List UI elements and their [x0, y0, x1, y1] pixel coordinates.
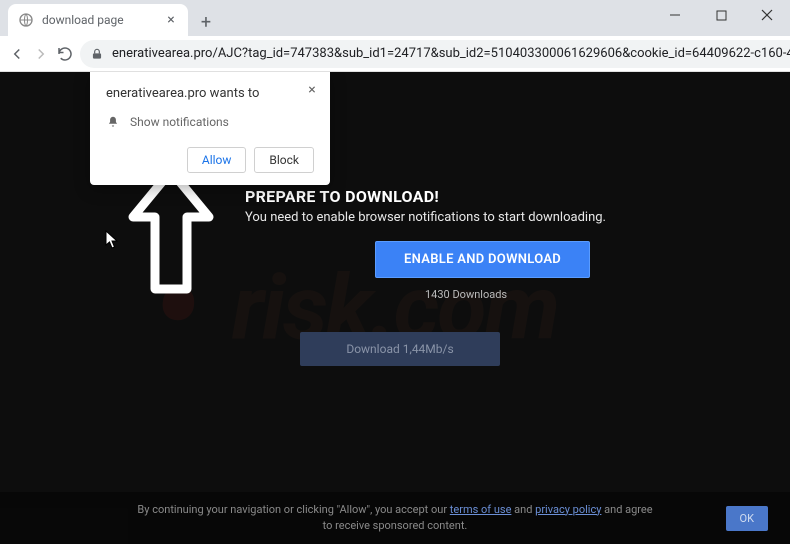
cookie-text: By continuing your navigation or clickin… [135, 502, 655, 535]
prompt-subtitle: You need to enable browser notifications… [245, 210, 606, 225]
terms-of-use-link[interactable]: terms of use [450, 503, 512, 516]
allow-button[interactable]: Allow [187, 147, 247, 173]
address-bar[interactable]: enerativearea.pro/AJC?tag_id=747383&sub_… [80, 40, 790, 68]
back-button[interactable] [8, 40, 26, 68]
block-button[interactable]: Block [254, 147, 314, 173]
enable-and-download-button[interactable]: ENABLE AND DOWNLOAD [375, 241, 590, 278]
download-speed-text: Download 1,44Mb/s [346, 342, 453, 356]
bell-icon [106, 115, 120, 129]
maximize-button[interactable] [698, 0, 744, 30]
notification-close-icon[interactable]: × [304, 82, 320, 98]
forward-button[interactable] [32, 40, 50, 68]
lock-icon [90, 47, 104, 61]
download-prompt: PREPARE TO DOWNLOAD! You need to enable … [245, 187, 606, 301]
tab-strip: download page × + [0, 0, 790, 36]
show-notifications-label: Show notifications [130, 115, 229, 129]
globe-icon [18, 12, 34, 28]
cookie-consent-bar: By continuing your navigation or clickin… [0, 492, 790, 544]
tab-title: download page [42, 13, 156, 27]
prompt-title: PREPARE TO DOWNLOAD! [245, 187, 606, 206]
downloads-count: 1430 Downloads [425, 288, 606, 301]
cookie-ok-button[interactable]: OK [726, 506, 768, 531]
close-window-button[interactable] [744, 0, 790, 30]
reload-button[interactable] [56, 40, 74, 68]
minimize-button[interactable] [652, 0, 698, 30]
browser-tab[interactable]: download page × [8, 4, 188, 36]
tab-close-icon[interactable]: × [164, 13, 178, 27]
notification-permission-popup: enerativearea.pro wants to × Show notifi… [90, 72, 330, 185]
page-content: •risk.com enerativearea.pro wants to × S… [0, 72, 790, 544]
window-controls [652, 0, 790, 36]
browser-toolbar: enerativearea.pro/AJC?tag_id=747383&sub_… [0, 36, 790, 72]
new-tab-button[interactable]: + [192, 8, 220, 36]
url-text: enerativearea.pro/AJC?tag_id=747383&sub_… [112, 46, 790, 61]
download-speed-bar[interactable]: Download 1,44Mb/s [300, 332, 500, 366]
notification-site-label: enerativearea.pro wants to [106, 86, 314, 101]
privacy-policy-link[interactable]: privacy policy [535, 503, 601, 516]
